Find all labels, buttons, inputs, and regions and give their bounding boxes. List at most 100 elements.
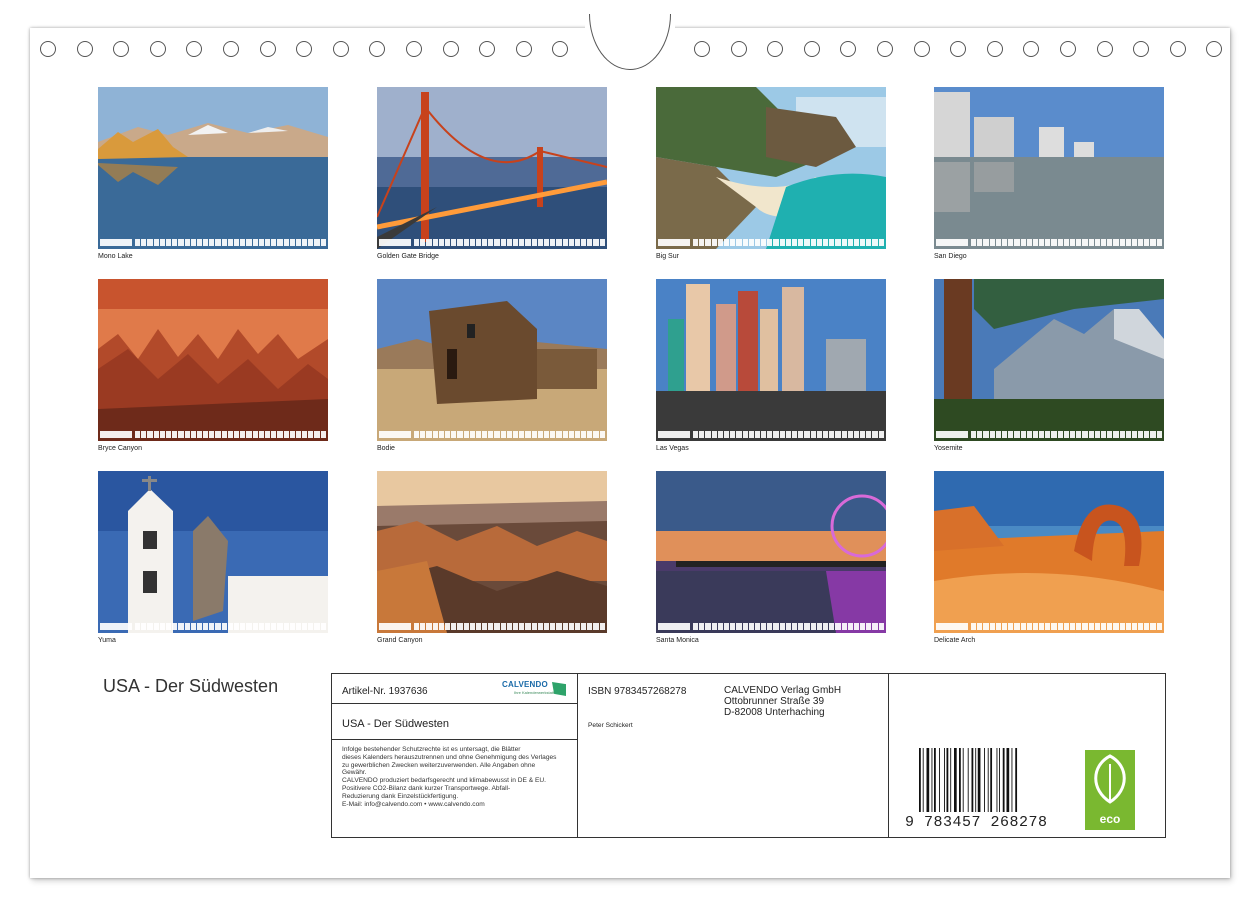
day-cell	[977, 623, 983, 630]
month-photo-tile: Las Vegas	[656, 279, 886, 454]
day-cell	[320, 239, 326, 246]
day-cell	[723, 623, 730, 630]
day-cell	[432, 623, 438, 630]
binding-hole	[223, 41, 239, 57]
day-cell	[1113, 239, 1119, 246]
day-cell	[519, 431, 525, 438]
day-cell	[209, 431, 215, 438]
day-cell	[1001, 623, 1008, 630]
day-cell	[215, 239, 221, 246]
day-cell	[153, 431, 159, 438]
day-cell	[482, 623, 488, 630]
binding-hole	[913, 41, 930, 57]
day-cell	[196, 239, 203, 246]
day-cell	[1107, 431, 1113, 438]
binding-hole	[406, 41, 422, 57]
day-cell	[1063, 239, 1069, 246]
day-cell	[835, 239, 841, 246]
day-cell	[1076, 431, 1082, 438]
month-label-box	[100, 239, 132, 246]
day-cell	[1119, 623, 1125, 630]
day-cell	[761, 239, 767, 246]
day-cell	[754, 431, 761, 438]
day-cell	[995, 623, 1001, 630]
calvendo-logo-icon	[552, 682, 566, 696]
day-cell	[147, 239, 153, 246]
day-cell	[1094, 239, 1100, 246]
day-cell	[1156, 623, 1162, 630]
day-cell	[792, 239, 798, 246]
day-cell	[178, 623, 184, 630]
day-cell	[822, 239, 829, 246]
day-cell	[693, 239, 699, 246]
binding-hole	[552, 41, 569, 57]
day-cell	[1039, 623, 1045, 630]
day-cell	[1094, 623, 1100, 630]
day-cell	[438, 239, 444, 246]
day-cell	[723, 431, 730, 438]
day-cell	[1150, 431, 1156, 438]
day-cell	[506, 623, 512, 630]
day-cell	[1125, 239, 1131, 246]
day-cell	[1100, 623, 1107, 630]
day-cell	[240, 239, 246, 246]
day-cell	[178, 239, 184, 246]
day-cell	[829, 623, 835, 630]
day-cell	[135, 623, 141, 630]
day-cell	[798, 623, 804, 630]
photo-caption: Santa Monica	[656, 637, 699, 644]
date-strip	[379, 239, 605, 246]
day-cell	[258, 431, 264, 438]
day-cell	[562, 623, 568, 630]
info-column-article: Artikel-Nr. 1937636 CALVENDO Ihre Kalend…	[332, 674, 578, 837]
day-cell	[543, 431, 550, 438]
day-cell	[810, 239, 816, 246]
day-cell	[252, 239, 258, 246]
day-cell	[581, 239, 587, 246]
day-cell	[513, 239, 519, 246]
day-cell	[320, 431, 326, 438]
day-cell	[451, 239, 457, 246]
day-cell	[804, 623, 810, 630]
day-cell	[587, 623, 593, 630]
day-cell	[283, 239, 289, 246]
month-photo-tile: Santa Monica	[656, 471, 886, 646]
day-cell	[1057, 431, 1063, 438]
day-cell	[742, 431, 748, 438]
day-cell	[816, 239, 822, 246]
day-cell	[1008, 623, 1014, 630]
day-cell	[227, 623, 233, 630]
day-cell	[519, 623, 525, 630]
day-cell	[878, 431, 884, 438]
day-cell	[295, 623, 302, 630]
day-cell	[785, 623, 791, 630]
product-name: USA - Der Südwesten	[342, 718, 449, 730]
day-cell	[581, 623, 587, 630]
day-cell	[1125, 623, 1131, 630]
day-cell	[314, 239, 320, 246]
day-cell	[1138, 431, 1144, 438]
binding-hole	[259, 41, 276, 57]
day-cell	[320, 623, 326, 630]
month-photo	[98, 471, 328, 633]
day-cell	[308, 623, 314, 630]
day-cell	[1144, 239, 1150, 246]
day-cell	[414, 239, 420, 246]
month-photo	[377, 471, 607, 633]
day-cell	[543, 239, 550, 246]
day-cell	[717, 431, 723, 438]
day-cell	[234, 239, 240, 246]
day-cell	[531, 623, 537, 630]
binding-hole	[442, 41, 459, 57]
day-cell	[1125, 431, 1131, 438]
day-cell	[699, 623, 705, 630]
day-cell	[804, 431, 810, 438]
publisher-address: CALVENDO Verlag GmbH Ottobrunner Straße …	[724, 685, 842, 718]
day-cell	[1119, 431, 1125, 438]
day-cell	[302, 239, 308, 246]
day-cell	[1020, 431, 1026, 438]
day-cell	[773, 239, 779, 246]
day-cell	[135, 431, 141, 438]
leaf-icon	[1094, 754, 1126, 804]
day-cell	[438, 623, 444, 630]
